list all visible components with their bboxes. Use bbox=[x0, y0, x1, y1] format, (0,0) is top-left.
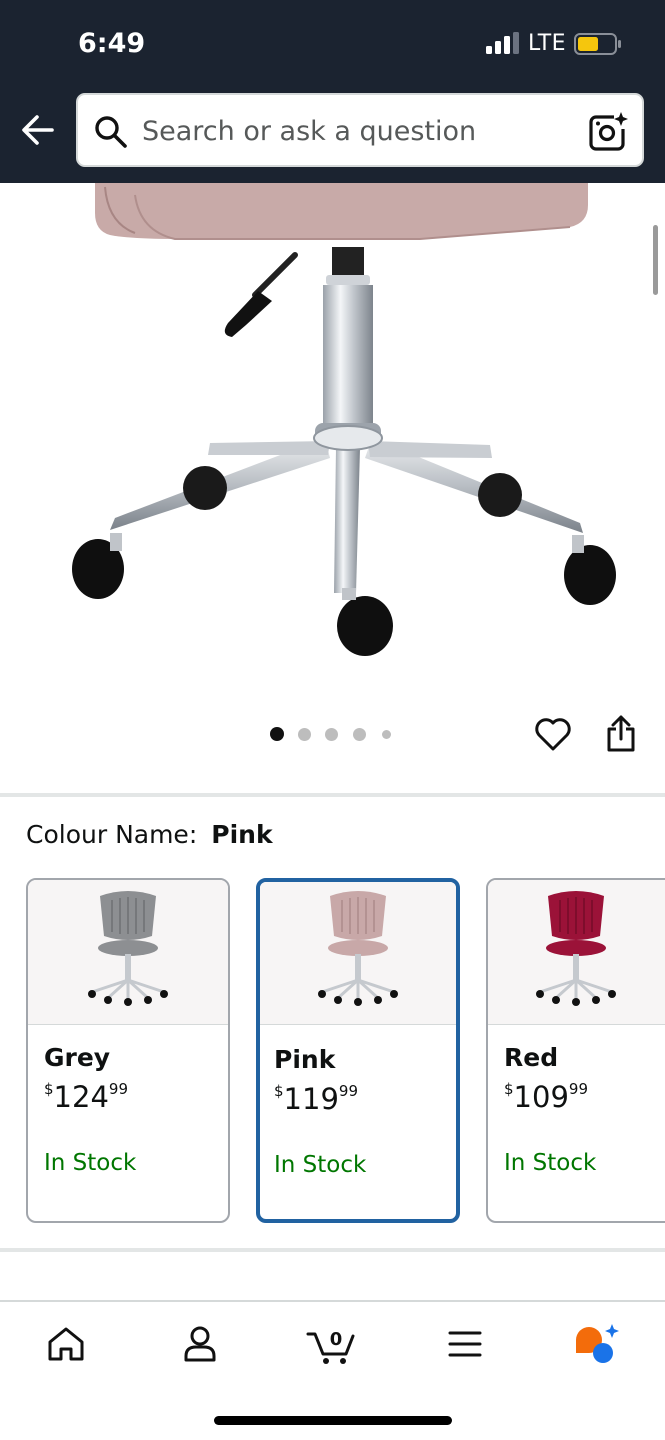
availability-label: In Stock bbox=[44, 1150, 137, 1176]
chair-photo bbox=[72, 183, 616, 656]
swatch-name: Grey bbox=[44, 1043, 111, 1072]
carousel-dot[interactable] bbox=[298, 728, 311, 741]
back-arrow-icon[interactable] bbox=[18, 110, 58, 150]
price-symbol: $ bbox=[274, 1082, 284, 1100]
battery-icon bbox=[574, 33, 621, 55]
swatch-price: $11999 bbox=[274, 1082, 358, 1116]
variation-label: Colour Name: Pink bbox=[26, 820, 273, 849]
home-icon[interactable] bbox=[44, 1322, 88, 1366]
swatch-price: $12499 bbox=[44, 1080, 128, 1114]
swatch-name: Pink bbox=[274, 1045, 336, 1074]
chair-thumbnail bbox=[536, 891, 616, 1006]
chair-thumbnail bbox=[88, 891, 168, 1006]
header bbox=[0, 90, 665, 183]
variation-label-text: Colour Name: bbox=[26, 820, 198, 849]
rufus-assistant-icon[interactable] bbox=[572, 1322, 620, 1366]
colour-option-red[interactable]: Red $10999 In Stock bbox=[486, 878, 665, 1223]
price-whole: 119 bbox=[283, 1082, 339, 1116]
swatch-price: $10999 bbox=[504, 1080, 588, 1114]
status-time: 6:49 bbox=[78, 28, 146, 59]
section-divider bbox=[0, 1248, 665, 1252]
status-bar: 6:49 LTE bbox=[0, 0, 665, 90]
search-input[interactable] bbox=[142, 109, 582, 153]
price-symbol: $ bbox=[44, 1080, 54, 1098]
section-divider bbox=[0, 793, 665, 797]
carousel-dot[interactable] bbox=[325, 728, 338, 741]
colour-option-grey[interactable]: Grey $12499 In Stock bbox=[26, 878, 230, 1223]
menu-icon[interactable] bbox=[443, 1322, 487, 1366]
network-label: LTE bbox=[528, 31, 567, 56]
cart-count: 0 bbox=[330, 1329, 343, 1350]
carousel-dot[interactable] bbox=[382, 730, 391, 739]
price-whole: 109 bbox=[513, 1080, 569, 1114]
carousel-dot-active[interactable] bbox=[270, 727, 284, 741]
colour-option-pink[interactable]: Pink $11999 In Stock bbox=[256, 878, 460, 1223]
swatch-image bbox=[260, 882, 456, 1025]
price-symbol: $ bbox=[504, 1080, 514, 1098]
availability-label: In Stock bbox=[274, 1152, 367, 1178]
price-fraction: 99 bbox=[338, 1082, 358, 1100]
search-bar[interactable] bbox=[76, 93, 644, 167]
price-fraction: 99 bbox=[108, 1080, 128, 1098]
camera-search-icon[interactable] bbox=[588, 111, 630, 151]
home-indicator bbox=[214, 1416, 452, 1425]
search-icon bbox=[95, 116, 127, 148]
account-icon[interactable] bbox=[178, 1322, 222, 1366]
price-whole: 124 bbox=[53, 1080, 109, 1114]
price-fraction: 99 bbox=[568, 1080, 588, 1098]
chair-thumbnail bbox=[318, 891, 398, 1006]
signal-icon bbox=[486, 32, 519, 54]
product-image[interactable] bbox=[0, 183, 665, 703]
variation-selected-value: Pink bbox=[211, 820, 273, 849]
cart-icon[interactable]: 0 bbox=[306, 1322, 360, 1366]
carousel-dot[interactable] bbox=[353, 728, 366, 741]
share-icon[interactable] bbox=[604, 714, 638, 754]
heart-icon[interactable] bbox=[533, 714, 573, 754]
swatch-image bbox=[488, 880, 665, 1025]
swatch-name: Red bbox=[504, 1043, 559, 1072]
swatch-image bbox=[28, 880, 228, 1025]
availability-label: In Stock bbox=[504, 1150, 597, 1176]
scroll-indicator bbox=[653, 225, 658, 295]
